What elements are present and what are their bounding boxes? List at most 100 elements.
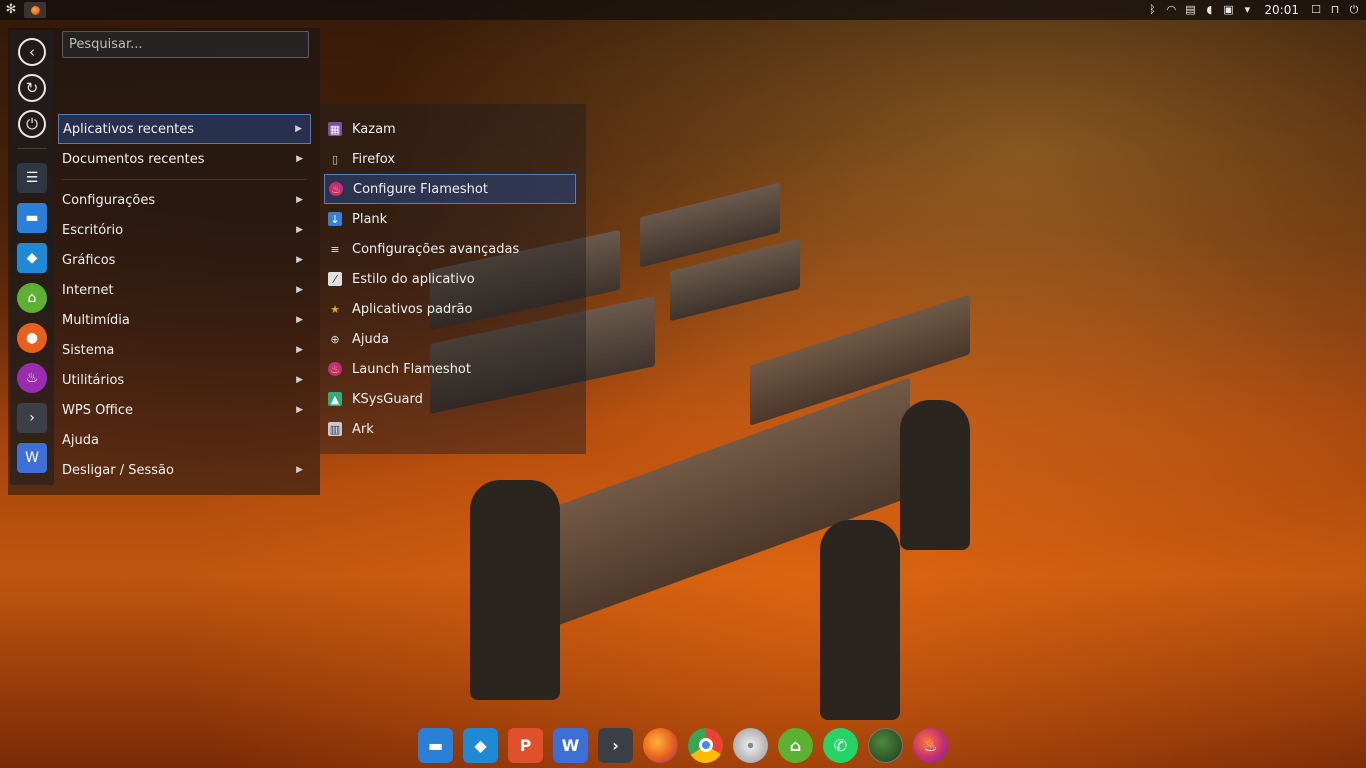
chevron-right-icon: ▶ bbox=[296, 405, 303, 415]
network-drive-icon[interactable]: ⌂ bbox=[17, 283, 47, 313]
chevron-right-icon: ▶ bbox=[296, 154, 303, 164]
category-label: WPS Office bbox=[62, 402, 134, 418]
app-label: Configure Flameshot bbox=[353, 181, 488, 197]
ark-icon: ▥ bbox=[328, 422, 342, 436]
category-label: Utilitários bbox=[62, 372, 125, 388]
category-label: Documentos recentes bbox=[62, 151, 205, 167]
wps-writer-icon[interactable]: W bbox=[17, 443, 47, 473]
display-icon[interactable]: ▣ bbox=[1222, 4, 1234, 16]
firefox-icon[interactable] bbox=[643, 727, 678, 763]
app-item-launch-flameshot[interactable]: ♨ Launch Flameshot bbox=[324, 354, 576, 384]
flameshot-icon[interactable]: ♨ bbox=[913, 727, 948, 763]
app-label: Ajuda bbox=[352, 331, 389, 347]
clipboard-icon[interactable]: ▤ bbox=[1184, 4, 1196, 16]
category-multimedia[interactable]: Multimídia ▶ bbox=[58, 305, 311, 335]
menu-side-rail: ‹ ↻ ⏻ ☰ ▬ ◆ ⌂ ● ♨ › W bbox=[10, 30, 54, 485]
category-recent-apps[interactable]: Aplicativos recentes ▶ bbox=[58, 114, 311, 144]
category-divider bbox=[62, 179, 307, 180]
folder-icon[interactable]: ▬ bbox=[17, 203, 47, 233]
taskbar-flameshot-task[interactable] bbox=[24, 2, 46, 18]
app-label: Plank bbox=[352, 211, 388, 227]
power-icon[interactable]: ⏻ bbox=[1348, 4, 1360, 16]
volume-icon[interactable]: ◖ bbox=[1203, 4, 1215, 16]
category-recent-documents[interactable]: Documentos recentes ▶ bbox=[58, 144, 311, 174]
category-label: Sistema bbox=[62, 342, 115, 358]
app-item-plank[interactable]: ↓ Plank bbox=[324, 204, 576, 234]
files-icon[interactable]: ▬ bbox=[418, 727, 453, 763]
clock[interactable]: 20:01 bbox=[1264, 3, 1299, 17]
flameshot-icon[interactable]: ♨ bbox=[17, 363, 47, 393]
chevron-right-icon: ▶ bbox=[296, 285, 303, 295]
flameshot-icon: ♨ bbox=[329, 182, 343, 196]
category-label: Configurações bbox=[62, 192, 156, 208]
back-icon[interactable]: ‹ bbox=[18, 38, 46, 66]
kde-logo-icon[interactable]: ✻ bbox=[4, 3, 18, 17]
restart-icon[interactable]: ↻ bbox=[18, 74, 46, 102]
app-item-ark[interactable]: ▥ Ark bbox=[324, 414, 576, 444]
app-item-configure-flameshot[interactable]: ♨ Configure Flameshot bbox=[324, 174, 576, 204]
chrome-icon[interactable] bbox=[688, 727, 723, 763]
app-label: Ark bbox=[352, 421, 374, 437]
app-item-help[interactable]: ⊕ Ajuda bbox=[324, 324, 576, 354]
plank-icon: ↓ bbox=[328, 212, 342, 226]
notifications-arrow-icon[interactable]: ▾ bbox=[1241, 4, 1253, 16]
firefox-icon[interactable]: ● bbox=[17, 323, 47, 353]
rail-divider bbox=[17, 148, 47, 149]
search-input[interactable] bbox=[62, 31, 309, 58]
bluetooth-icon[interactable]: ᛒ bbox=[1146, 4, 1158, 16]
star-icon: ★ bbox=[330, 302, 340, 316]
app-item-default-applications[interactable]: ★ Aplicativos padrão bbox=[324, 294, 576, 324]
category-office[interactable]: Escritório ▶ bbox=[58, 215, 311, 245]
category-internet[interactable]: Internet ▶ bbox=[58, 275, 311, 305]
app-item-firefox[interactable]: ▯ Firefox bbox=[324, 144, 576, 174]
category-label: Ajuda bbox=[62, 432, 99, 448]
network-drive-icon[interactable]: ⌂ bbox=[778, 727, 813, 763]
category-label: Multimídia bbox=[62, 312, 130, 328]
maximize-icon[interactable]: ☐ bbox=[1310, 4, 1322, 16]
menu-lines-icon: ≡ bbox=[330, 242, 340, 256]
whatsapp-icon[interactable]: ✆ bbox=[823, 727, 858, 763]
chevron-right-icon: ▶ bbox=[295, 124, 302, 134]
disc-icon[interactable] bbox=[733, 727, 768, 763]
kazam-icon: ▦ bbox=[328, 122, 342, 136]
app-item-advanced-settings[interactable]: ≡ Configurações avançadas bbox=[324, 234, 576, 264]
flameshot-icon: ♨ bbox=[328, 362, 342, 376]
app-store-icon[interactable]: ◆ bbox=[463, 727, 498, 763]
category-settings[interactable]: Configurações ▶ bbox=[58, 185, 311, 215]
terminal-icon[interactable]: › bbox=[598, 727, 633, 763]
category-label: Aplicativos recentes bbox=[63, 121, 195, 137]
app-label: Kazam bbox=[352, 121, 396, 137]
app-store-icon[interactable]: ◆ bbox=[17, 243, 47, 273]
app-label: Firefox bbox=[352, 151, 396, 167]
category-label: Desligar / Sessão bbox=[62, 462, 174, 478]
chevron-right-icon: ▶ bbox=[296, 375, 303, 385]
terminal-icon[interactable]: › bbox=[17, 403, 47, 433]
category-system[interactable]: Sistema ▶ bbox=[58, 335, 311, 365]
category-graphics[interactable]: Gráficos ▶ bbox=[58, 245, 311, 275]
wps-presentation-icon[interactable]: P bbox=[508, 727, 543, 763]
document-icon: ▯ bbox=[331, 152, 339, 166]
category-wps-office[interactable]: WPS Office ▶ bbox=[58, 395, 311, 425]
top-panel: ✻ ᛒ ◠ ▤ ◖ ▣ ▾ 20:01 ☐ ⊓ ⏻ bbox=[0, 0, 1366, 20]
app-item-ksysguard[interactable]: ▲ KSysGuard bbox=[324, 384, 576, 414]
app-item-application-style[interactable]: ⁄ Estilo do aplicativo bbox=[324, 264, 576, 294]
lock-icon[interactable]: ⊓ bbox=[1329, 4, 1341, 16]
category-label: Internet bbox=[62, 282, 114, 298]
chevron-right-icon: ▶ bbox=[296, 225, 303, 235]
dock: ▬ ◆ P W › ⌂ ✆ ♨ bbox=[414, 722, 954, 768]
app-label: Estilo do aplicativo bbox=[352, 271, 475, 287]
wps-writer-icon[interactable]: W bbox=[553, 727, 588, 763]
category-shutdown-session[interactable]: Desligar / Sessão ▶ bbox=[58, 455, 311, 485]
settings-sliders-icon[interactable]: ☰ bbox=[17, 163, 47, 193]
chevron-right-icon: ▶ bbox=[296, 465, 303, 475]
category-utilities[interactable]: Utilitários ▶ bbox=[58, 365, 311, 395]
lifebuoy-icon: ⊕ bbox=[330, 332, 340, 346]
app-label: Configurações avançadas bbox=[352, 241, 520, 257]
globe-icon[interactable] bbox=[868, 727, 903, 763]
app-item-kazam[interactable]: ▦ Kazam bbox=[324, 114, 576, 144]
wifi-icon[interactable]: ◠ bbox=[1165, 4, 1177, 16]
chevron-right-icon: ▶ bbox=[296, 195, 303, 205]
ksysguard-icon: ▲ bbox=[328, 392, 342, 406]
category-help[interactable]: Ajuda bbox=[58, 425, 311, 455]
power-icon[interactable]: ⏻ bbox=[18, 110, 46, 138]
